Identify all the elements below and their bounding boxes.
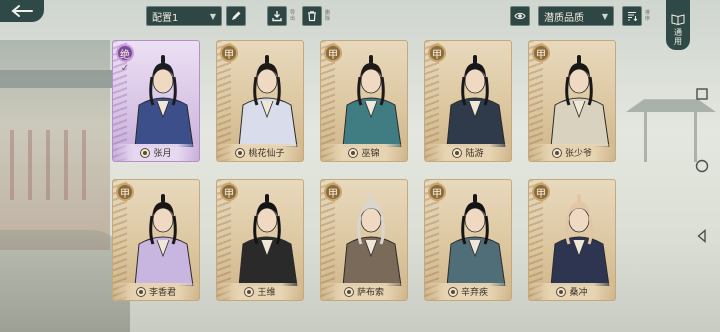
delete-label: 删除 bbox=[324, 10, 330, 22]
character-name: 桑冲 bbox=[569, 288, 588, 298]
character-name-bar: 巫锦 bbox=[321, 144, 407, 161]
background-building bbox=[0, 40, 110, 250]
character-portrait bbox=[335, 182, 407, 287]
character-portrait bbox=[231, 182, 303, 287]
character-name-bar: 张月 bbox=[113, 144, 199, 161]
character-name: 辛弃疾 bbox=[460, 288, 488, 298]
character-card[interactable]: 甲 桑冲 bbox=[528, 179, 616, 301]
character-name: 李香君 bbox=[148, 288, 176, 298]
faction-icon bbox=[244, 286, 255, 297]
character-name-bar: 陆游 bbox=[425, 144, 511, 161]
home-icon[interactable] bbox=[694, 158, 710, 174]
grade-badge: 甲 bbox=[428, 183, 446, 201]
grade-badge: 甲 bbox=[324, 44, 342, 62]
grade-badge: 绝 bbox=[116, 44, 134, 62]
character-name: 巫锦 bbox=[361, 149, 380, 159]
character-name-bar: 桑冲 bbox=[529, 283, 615, 300]
character-card[interactable]: 甲 桃花仙子 bbox=[216, 40, 304, 162]
character-name-bar: 辛弃疾 bbox=[425, 283, 511, 300]
faction-icon bbox=[551, 147, 562, 158]
faction-icon bbox=[235, 147, 246, 158]
character-name: 王维 bbox=[257, 288, 276, 298]
grade-badge: 甲 bbox=[532, 44, 550, 62]
character-portrait bbox=[127, 43, 199, 148]
faction-icon bbox=[343, 286, 354, 297]
trash-icon bbox=[308, 11, 316, 22]
faction-icon bbox=[348, 147, 359, 158]
nav-back-icon[interactable] bbox=[694, 228, 710, 244]
character-portrait bbox=[543, 182, 615, 287]
grade-badge: 甲 bbox=[116, 183, 134, 201]
general-side-tab[interactable]: 通 用 bbox=[666, 0, 690, 50]
grade-badge: 甲 bbox=[532, 183, 550, 201]
download-icon bbox=[272, 11, 282, 22]
sort-list-icon bbox=[628, 12, 638, 22]
side-tab-label-2: 用 bbox=[674, 37, 682, 46]
chevron-down-icon: ▼ bbox=[209, 11, 216, 21]
character-card[interactable]: 甲 辛弃疾 bbox=[424, 179, 512, 301]
selected-check-icon: ✓ bbox=[120, 63, 130, 74]
character-portrait bbox=[335, 43, 407, 148]
export-label: 导出 bbox=[289, 10, 295, 22]
character-name: 桃花仙子 bbox=[248, 149, 285, 159]
character-portrait bbox=[439, 182, 511, 287]
sort-order-button[interactable] bbox=[622, 6, 642, 26]
grade-badge: 甲 bbox=[220, 44, 238, 62]
side-tab-label-1: 通 bbox=[674, 28, 682, 37]
character-card[interactable]: 甲 陆游 bbox=[424, 40, 512, 162]
sort-dropdown-value: 潜质品质 bbox=[544, 12, 584, 24]
character-name-bar: 桃花仙子 bbox=[217, 144, 303, 161]
visibility-button[interactable] bbox=[510, 6, 530, 26]
back-button[interactable] bbox=[0, 0, 44, 22]
character-portrait bbox=[231, 43, 303, 148]
character-name: 萨布索 bbox=[356, 288, 384, 298]
faction-icon bbox=[556, 286, 567, 297]
character-name-bar: 王维 bbox=[217, 283, 303, 300]
character-portrait bbox=[127, 182, 199, 287]
character-name: 张少爷 bbox=[564, 149, 592, 159]
recent-apps-icon[interactable] bbox=[694, 86, 710, 102]
faction-icon bbox=[447, 286, 458, 297]
delete-button[interactable] bbox=[302, 6, 322, 26]
edit-button[interactable] bbox=[226, 6, 246, 26]
sort-toolbar: 潜质品质 ▼ 排序 bbox=[510, 6, 655, 26]
character-name-bar: 李香君 bbox=[113, 283, 199, 300]
character-name: 张月 bbox=[153, 149, 172, 159]
character-portrait bbox=[439, 43, 511, 148]
character-portrait bbox=[543, 43, 615, 148]
grade-badge: 甲 bbox=[220, 183, 238, 201]
pencil-icon bbox=[232, 11, 241, 20]
grade-badge: 甲 bbox=[428, 44, 446, 62]
character-card[interactable]: 甲 萨布索 bbox=[320, 179, 408, 301]
chevron-down-icon: ▼ bbox=[601, 11, 608, 21]
book-icon bbox=[671, 14, 685, 25]
character-card[interactable]: 甲 李香君 bbox=[112, 179, 200, 301]
faction-icon bbox=[452, 147, 463, 158]
preset-toolbar: 配置1 ▼ 导出 删除 bbox=[146, 6, 335, 26]
character-card[interactable]: 甲 张少爷 bbox=[528, 40, 616, 162]
sort-dropdown[interactable]: 潜质品质 ▼ bbox=[538, 6, 614, 26]
character-name-bar: 萨布索 bbox=[321, 283, 407, 300]
back-arrow-icon bbox=[11, 5, 33, 17]
faction-icon bbox=[140, 147, 151, 158]
character-name: 陆游 bbox=[465, 149, 484, 159]
preset-dropdown[interactable]: 配置1 ▼ bbox=[146, 6, 222, 26]
grade-badge: 甲 bbox=[324, 183, 342, 201]
sort-order-label: 排序 bbox=[644, 10, 650, 22]
preset-dropdown-value: 配置1 bbox=[152, 12, 179, 24]
export-button[interactable] bbox=[267, 6, 287, 26]
character-name-bar: 张少爷 bbox=[529, 144, 615, 161]
eye-icon bbox=[514, 12, 526, 20]
character-card[interactable]: 绝 ✓ 张月 bbox=[112, 40, 200, 162]
character-card[interactable]: 甲 王维 bbox=[216, 179, 304, 301]
faction-icon bbox=[135, 286, 146, 297]
character-card[interactable]: 甲 巫锦 bbox=[320, 40, 408, 162]
background-rocks bbox=[0, 230, 130, 332]
